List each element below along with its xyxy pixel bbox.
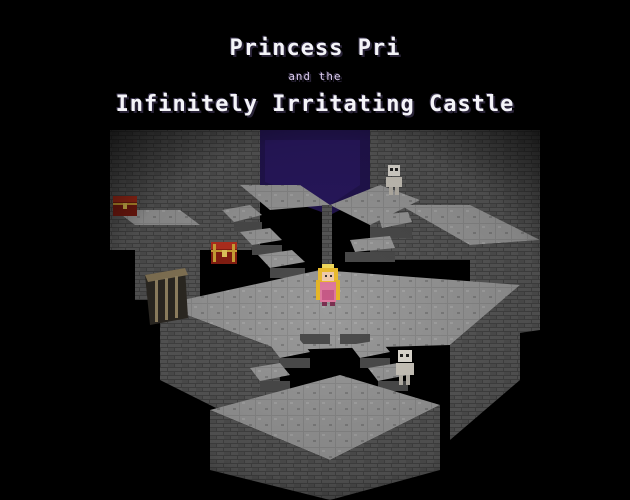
game-title-connector: and the bbox=[288, 70, 342, 83]
game-title-line2: Infinitely Irritating Castle bbox=[115, 92, 515, 117]
game-title-line1: Princess Pri bbox=[229, 36, 401, 61]
